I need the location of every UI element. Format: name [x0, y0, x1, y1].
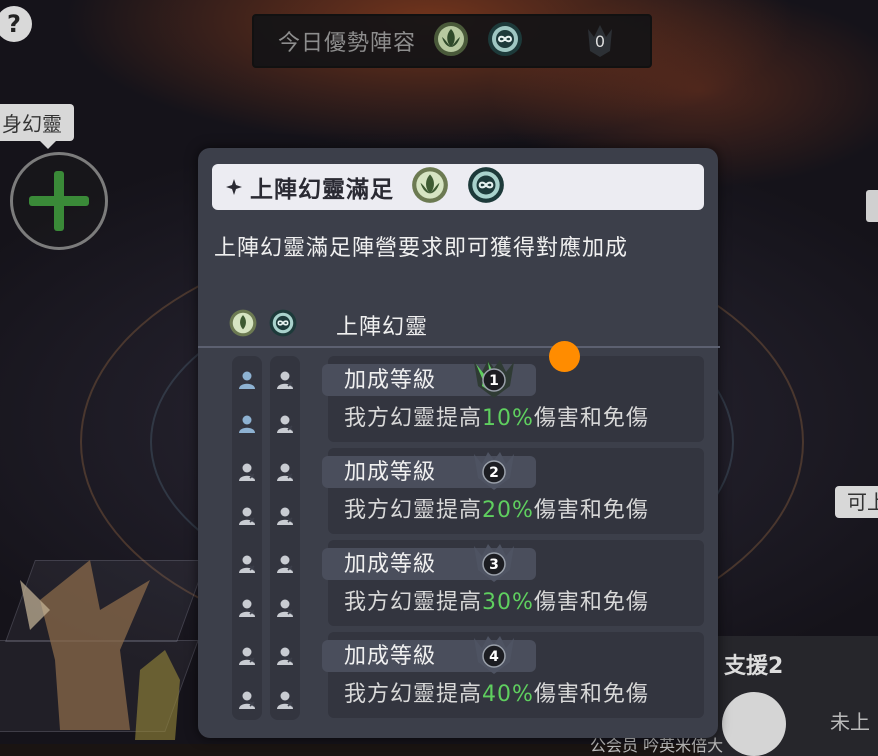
creature-slot-icon [239, 555, 255, 573]
creature-slot-icon [277, 507, 293, 525]
tier-desc-prefix: 我方幻靈提高 [344, 498, 483, 523]
tier-level-emblem-icon: 4 [474, 636, 514, 674]
tier-percent: 20% [482, 498, 534, 523]
tier-level-emblem-icon: 2 [474, 452, 514, 490]
sparkle-icon [226, 179, 242, 195]
tier-level-number: 4 [489, 649, 499, 665]
infinity-faction-icon [486, 20, 524, 62]
tier-desc-suffix: 傷害和免傷 [533, 406, 649, 431]
popup-header: 上陣幻靈滿足 [212, 164, 704, 210]
table-header: 上陣幻靈 [228, 308, 428, 342]
tier-desc-prefix: 我方幻靈提高 [344, 682, 483, 707]
tier-level-emblem-icon: 3 [474, 544, 514, 582]
creature-slot-icon [277, 555, 293, 573]
creature-slot-icon [277, 371, 293, 389]
infinity-faction-icon [466, 165, 506, 209]
bonus-tier-row: 加成等級 1 我方幻靈提高10%傷害和免傷 [322, 356, 704, 442]
creature-slot-icon [277, 647, 293, 665]
tier-label: 加成等級 [344, 460, 437, 485]
banner-title: 今日優勢陣容 [278, 31, 417, 56]
faction-bonus-popup[interactable]: 上陣幻靈滿足 上陣幻靈滿足陣營要求即可獲得對應加成 上陣幻靈 加成等級 1 我方… [198, 148, 720, 738]
add-creature-button[interactable] [10, 152, 108, 250]
tier-percent: 10% [482, 406, 534, 431]
support-avatar[interactable] [722, 692, 786, 756]
header-divider [198, 346, 720, 348]
creature-slot-icon [277, 599, 293, 617]
tier-desc-prefix: 我方幻靈提高 [344, 590, 483, 615]
popup-title: 上陣幻靈滿足 [250, 177, 394, 203]
creature-slot-icon [239, 691, 255, 709]
tier-description: 我方幻靈提高30%傷害和免傷 [344, 584, 649, 616]
creature-slot-icon [239, 415, 255, 433]
support-status: 未上 [830, 710, 870, 734]
tier-level-number: 1 [489, 373, 499, 389]
touch-indicator [549, 341, 580, 372]
plus-icon-horizontal [29, 196, 89, 206]
available-label: 可上 [835, 486, 878, 518]
creature-sprite-2[interactable] [120, 640, 200, 744]
creature-slot-icon [277, 415, 293, 433]
tier-level-number: 2 [489, 465, 499, 481]
tier-level-emblem-icon: 1 [474, 360, 514, 398]
infinity-faction-icon [268, 308, 298, 342]
tier-level-number: 3 [489, 557, 499, 573]
lotus-faction-icon [432, 20, 470, 62]
tier-percent: 40% [482, 682, 534, 707]
bonus-tier-row: 加成等級 3 我方幻靈提高30%傷害和免傷 [322, 540, 704, 626]
slot-label: 身幻靈 [0, 104, 74, 149]
bonus-tier-row: 加成等級 2 我方幻靈提高20%傷害和免傷 [322, 448, 704, 534]
creature-slot-icon [239, 463, 255, 481]
tier-label: 加成等級 [344, 368, 437, 393]
support-panel[interactable]: 支援2 未上 [700, 636, 878, 756]
creature-slot-icon [239, 507, 255, 525]
creature-slot-icon [239, 371, 255, 389]
tier-description: 我方幻靈提高20%傷害和免傷 [344, 492, 649, 524]
tier-description: 我方幻靈提高40%傷害和免傷 [344, 676, 649, 708]
tier-desc-suffix: 傷害和免傷 [533, 590, 649, 615]
creature-slot-icon [277, 691, 293, 709]
tier-label: 加成等級 [344, 552, 437, 577]
popup-description: 上陣幻靈滿足陣營要求即可獲得對應加成 [214, 236, 629, 261]
tier-description: 我方幻靈提高10%傷害和免傷 [344, 400, 649, 432]
tier-percent: 30% [482, 590, 534, 615]
creature-slot-icon [239, 647, 255, 665]
tier-desc-prefix: 我方幻靈提高 [344, 406, 483, 431]
creature-slot-icon [277, 463, 293, 481]
daily-advantage-banner[interactable]: 今日優勢陣容 0 [252, 14, 652, 68]
bonus-tier-row: 加成等級 4 我方幻靈提高40%傷害和免傷 [322, 632, 704, 718]
tier-desc-suffix: 傷害和免傷 [533, 498, 649, 523]
creature-slot-icon [239, 599, 255, 617]
advantage-count-badge: 0 [580, 21, 620, 61]
lotus-faction-icon [228, 308, 258, 342]
tier-label: 加成等級 [344, 644, 437, 669]
side-tab-handle[interactable] [866, 190, 878, 222]
tier-desc-suffix: 傷害和免傷 [533, 682, 649, 707]
table-header-label: 上陣幻靈 [336, 315, 429, 340]
lotus-faction-icon [410, 165, 450, 209]
support-title: 支援2 [724, 654, 784, 679]
